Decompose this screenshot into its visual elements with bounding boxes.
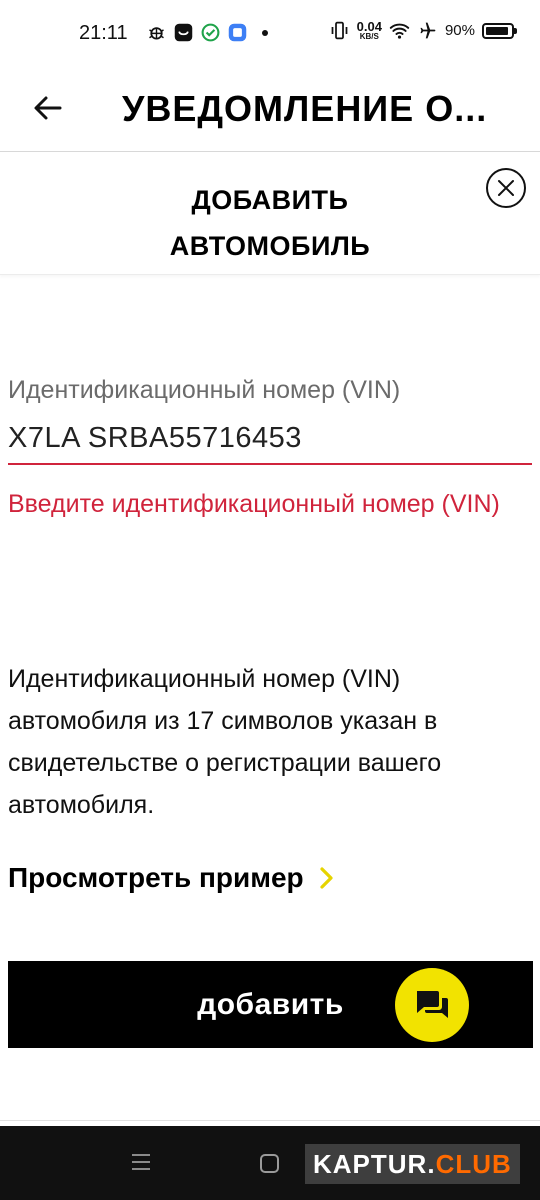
airplane-mode-icon	[420, 22, 436, 39]
network-speed-unit: KB/S	[359, 32, 379, 41]
close-button[interactable]	[486, 168, 526, 208]
home-icon[interactable]	[260, 1154, 279, 1173]
chat-icon	[417, 991, 448, 1018]
view-example-label: Просмотреть пример	[8, 862, 304, 893]
vin-input[interactable]	[8, 413, 532, 465]
status-time: 21:11	[79, 22, 128, 44]
battery-fill	[486, 26, 508, 35]
wifi-icon	[389, 23, 410, 39]
status-bar: 21:11 0.04 KB/S 90%	[0, 0, 540, 68]
recent-apps-icon[interactable]	[130, 1151, 152, 1173]
vin-field-label: Идентификационный номер (VIN)	[8, 376, 401, 404]
vin-error-message: Введите идентификационный номер (VIN)	[8, 490, 500, 518]
notification-icons	[146, 22, 268, 43]
watermark-part1: KAPTUR.	[313, 1148, 436, 1179]
modal-title-line2: АВТОМОБИЛЬ	[169, 231, 371, 261]
chevron-right-icon	[320, 867, 333, 889]
modal-header: ДОБАВИТЬ АВТОМОБИЛЬ	[0, 153, 540, 275]
system-nav-bar: KAPTUR. CLUB	[0, 1126, 540, 1200]
check-circle-icon	[201, 23, 220, 42]
app-header: УВЕДОМЛЕНИЕ О...	[0, 68, 540, 152]
battery-icon	[482, 22, 517, 39]
blue-app-icon	[228, 23, 247, 42]
system-indicators: 0.04 KB/S 90%	[329, 20, 517, 41]
bug-icon	[149, 27, 164, 40]
app-notification-icon	[174, 23, 193, 42]
vin-help-text: Идентификационный номер (VIN) автомобиля…	[8, 665, 442, 819]
vibrate-icon	[331, 21, 348, 40]
battery-percent: 90%	[444, 22, 475, 39]
network-speed: 0.04 KB/S	[357, 20, 382, 41]
chat-button[interactable]	[395, 968, 469, 1042]
modal-title-line1: ДОБАВИТЬ	[191, 185, 349, 215]
modal-title: ДОБАВИТЬ АВТОМОБИЛЬ	[110, 177, 430, 269]
watermark-logo: KAPTUR. CLUB	[305, 1144, 520, 1184]
page-title: УВЕДОМЛЕНИЕ О...	[122, 88, 488, 129]
bottom-divider	[0, 1120, 540, 1121]
watermark-part2: CLUB	[435, 1148, 512, 1179]
back-arrow-icon[interactable]	[26, 86, 70, 130]
close-icon	[498, 180, 514, 196]
more-notifications-dot	[262, 29, 268, 36]
view-example-link[interactable]: Просмотреть пример	[8, 862, 336, 894]
